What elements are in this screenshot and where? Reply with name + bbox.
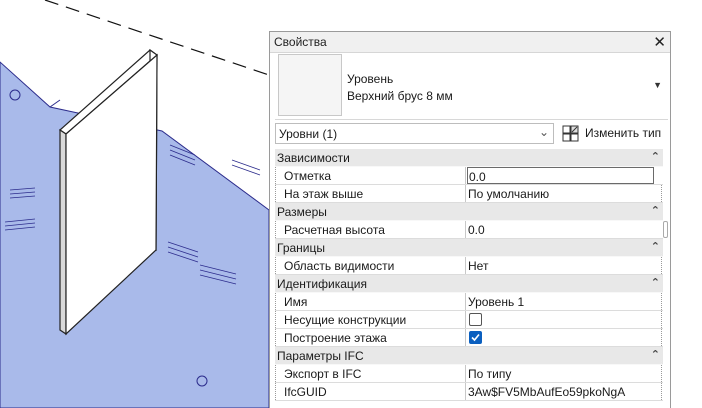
elevation-input[interactable]: 0.0 (467, 167, 654, 184)
category-dimensions[interactable]: Размеры ⌃ (275, 203, 663, 221)
collapse-icon[interactable]: ⌃ (651, 348, 660, 361)
instance-filter-dropdown[interactable]: Уровни (1) ⌄ (275, 123, 554, 144)
type-family-name: Уровень (347, 72, 394, 86)
chevron-down-icon: ⌄ (538, 125, 549, 139)
instance-bar: Уровни (1) ⌄ Изменить тип (275, 123, 668, 145)
property-name: Область видимости (275, 257, 466, 274)
property-row-story-above: На этаж выше По умолчанию (275, 185, 663, 203)
collapse-icon[interactable]: ⌃ (651, 204, 660, 217)
property-row-elevation: Отметка 0.0 (275, 167, 663, 185)
type-preview-thumbnail (278, 54, 342, 116)
category-label: Зависимости (277, 151, 350, 165)
property-row-structural: Несущие конструкции (275, 311, 663, 329)
collapse-icon[interactable]: ⌃ (651, 150, 660, 163)
story-above-value[interactable]: По умолчанию (467, 185, 659, 202)
property-name: Несущие конструкции (275, 311, 466, 328)
edit-type-button[interactable]: Изменить тип (559, 123, 668, 144)
instance-filter-label: Уровни (1) (279, 127, 338, 141)
dropdown-arrow-icon[interactable]: ▼ (653, 80, 662, 90)
property-name: Отметка (275, 167, 466, 184)
property-name: На этаж выше (275, 185, 466, 202)
palette-title: Свойства (274, 35, 327, 49)
properties-grid: Зависимости ⌃ Отметка 0.0 На этаж выше П… (275, 149, 668, 401)
palette-titlebar[interactable]: Свойства ✕ (270, 32, 670, 53)
property-row-ifc-guid: IfcGUID 3Aw$FV5MbAufEo59pkoNgA (275, 383, 663, 401)
collapse-icon[interactable]: ⌃ (651, 276, 660, 289)
edit-type-icon (562, 125, 579, 142)
computation-height-value[interactable]: 0.0 (467, 221, 659, 238)
category-ifc-parameters[interactable]: Параметры IFC ⌃ (275, 347, 663, 365)
property-name: Имя (275, 293, 466, 310)
property-row-scope-box: Область видимости Нет (275, 257, 663, 275)
category-constraints[interactable]: Зависимости ⌃ (275, 149, 663, 167)
ifc-guid-value[interactable]: 3Aw$FV5MbAufEo59pkoNgA (467, 383, 659, 400)
building-story-checkbox[interactable] (469, 331, 482, 344)
properties-palette: Свойства ✕ Уровень Верхний брус 8 мм ▼ У… (269, 31, 671, 408)
edit-type-label: Изменить тип (585, 126, 662, 140)
property-row-ifc-export: Экспорт в IFC По типу (275, 365, 663, 383)
category-label: Границы (277, 241, 325, 255)
scope-box-value[interactable]: Нет (467, 257, 659, 274)
close-icon[interactable]: ✕ (653, 33, 666, 51)
property-name: Построение этажа (275, 329, 466, 346)
structural-checkbox[interactable] (469, 313, 482, 326)
type-selector[interactable]: Уровень Верхний брус 8 мм ▼ (275, 53, 668, 120)
property-row-building-story: Построение этажа (275, 329, 663, 347)
category-identity[interactable]: Идентификация ⌃ (275, 275, 663, 293)
category-label: Идентификация (277, 277, 367, 291)
type-name: Верхний брус 8 мм (347, 89, 453, 103)
ifc-export-value[interactable]: По типу (467, 365, 659, 382)
property-name: Экспорт в IFC (275, 365, 466, 382)
category-label: Размеры (277, 205, 327, 219)
property-name: IfcGUID (275, 383, 466, 400)
collapse-icon[interactable]: ⌃ (651, 240, 660, 253)
property-row-name: Имя Уровень 1 (275, 293, 663, 311)
property-name: Расчетная высота (275, 221, 466, 238)
property-row-computation-height: Расчетная высота 0.0 (275, 221, 668, 239)
category-extents[interactable]: Границы ⌃ (275, 239, 663, 257)
level-name-value[interactable]: Уровень 1 (467, 293, 659, 310)
checkmark-icon (471, 333, 480, 342)
category-label: Параметры IFC (277, 349, 364, 363)
scrollbar-thumb[interactable] (663, 221, 668, 238)
